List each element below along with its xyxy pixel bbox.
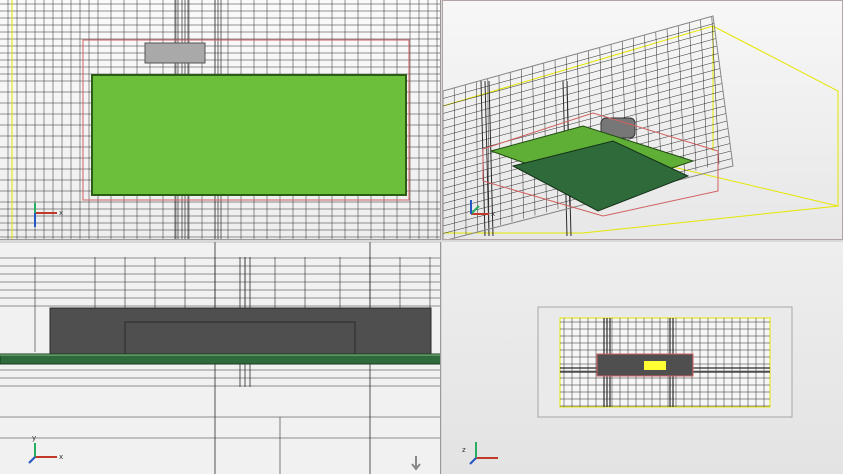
axis-gizmo-icon: y x [28, 434, 63, 464]
viewport-camera[interactable]: z [442, 242, 843, 474]
grid-line [443, 23, 715, 99]
viewport-top-canvas[interactable]: x [0, 0, 441, 240]
axis-z-label: z [462, 446, 466, 454]
component-block[interactable] [49, 307, 432, 355]
bounding-box [443, 25, 839, 234]
axis-x-label: x [59, 209, 63, 217]
axis-x-label: x [59, 453, 63, 461]
viewport-front[interactable]: y x [0, 242, 441, 474]
viewport-front-canvas[interactable]: y x [0, 242, 441, 474]
axis-x-label: x [491, 210, 495, 218]
scroll-arrow-icon[interactable] [411, 456, 421, 471]
grid-line [443, 45, 718, 122]
axis-y-label: y [32, 434, 36, 442]
grid-line [443, 60, 720, 137]
grid-line [443, 30, 716, 107]
viewport-top[interactable]: x [0, 0, 441, 240]
board-highlight [644, 361, 666, 370]
viewport-perspective[interactable]: x [442, 0, 843, 240]
axis-gizmo-icon: z [462, 442, 498, 465]
viewport-camera-canvas[interactable]: z [442, 242, 843, 474]
pcb-board[interactable] [91, 74, 407, 196]
grid-line [443, 38, 717, 114]
viewport-perspective-canvas[interactable]: x [443, 1, 842, 239]
axis-gizmo-icon: x [34, 203, 63, 227]
connector-component[interactable] [144, 42, 206, 64]
